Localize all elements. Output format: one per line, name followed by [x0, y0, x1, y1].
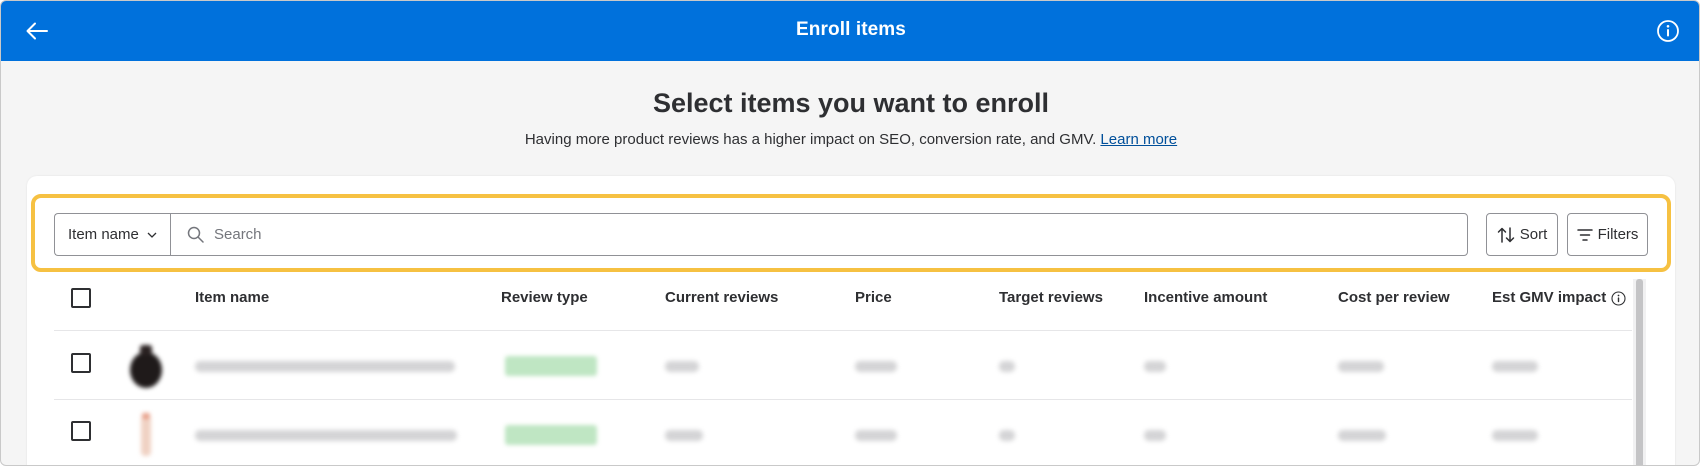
select-all-checkbox[interactable] — [71, 288, 91, 308]
description-text: Having more product reviews has a higher… — [524, 131, 1097, 148]
product-thumbnail — [126, 412, 166, 458]
scrollbar-thumb[interactable] — [1636, 279, 1643, 465]
current-reviews-cell — [665, 361, 699, 372]
column-header-price[interactable]: Price — [855, 279, 892, 317]
table-header: Item name Review type Current reviews Pr… — [54, 279, 1632, 331]
column-header-cost-per-review[interactable]: Cost per review — [1338, 279, 1450, 317]
column-header-target-reviews[interactable]: Target reviews — [999, 279, 1103, 317]
price-cell — [855, 430, 897, 441]
target-reviews-cell — [999, 430, 1015, 441]
table-scrollbar[interactable] — [1633, 279, 1646, 465]
sort-button[interactable]: Sort — [1486, 213, 1558, 256]
est-gmv-impact-label: Est GMV impact — [1492, 289, 1607, 306]
cost-per-review-cell — [1338, 430, 1386, 441]
column-header-est-gmv-impact[interactable]: Est GMV impact — [1492, 279, 1626, 317]
sort-label: Sort — [1519, 226, 1548, 243]
row-checkbox[interactable] — [71, 353, 91, 373]
column-header-item-name[interactable]: Item name — [195, 279, 269, 317]
est-gmv-impact-cell — [1492, 361, 1538, 372]
product-thumbnail — [126, 343, 166, 389]
search-input[interactable] — [214, 226, 1414, 243]
column-header-incentive-amount[interactable]: Incentive amount — [1144, 279, 1267, 317]
filters-label: Filters — [1597, 226, 1639, 243]
app-frame: Enroll items Select items you want to en… — [0, 0, 1700, 466]
row-checkbox[interactable] — [71, 421, 91, 441]
review-type-badge — [505, 356, 597, 376]
sort-icon — [1497, 226, 1514, 243]
page-title: Enroll items — [796, 19, 906, 40]
info-icon[interactable] — [1611, 290, 1626, 306]
learn-more-link[interactable]: Learn more — [1100, 131, 1177, 148]
info-icon — [1657, 20, 1679, 42]
chevron-down-icon — [147, 232, 157, 238]
section-description: Having more product reviews has a higher… — [1, 131, 1699, 148]
search-field-label: Item name — [68, 226, 139, 243]
price-cell — [855, 361, 897, 372]
search-icon — [187, 226, 204, 243]
search-box — [170, 213, 1468, 256]
info-button[interactable] — [1655, 18, 1681, 44]
est-gmv-impact-cell — [1492, 430, 1538, 441]
cost-per-review-cell — [1338, 361, 1384, 372]
current-reviews-cell — [665, 430, 703, 441]
search-field-select[interactable]: Item name — [54, 213, 171, 256]
incentive-amount-cell — [1144, 361, 1166, 372]
filters-button[interactable]: Filters — [1567, 213, 1648, 256]
item-name-cell — [195, 430, 457, 441]
table-row[interactable] — [54, 331, 1632, 400]
table-row[interactable] — [54, 400, 1632, 465]
column-header-current-reviews[interactable]: Current reviews — [665, 279, 778, 317]
item-name-cell — [195, 361, 455, 372]
review-type-badge — [505, 425, 597, 445]
target-reviews-cell — [999, 361, 1015, 372]
section-heading: Select items you want to enroll — [652, 88, 1050, 118]
column-header-review-type[interactable]: Review type — [501, 279, 588, 317]
filter-icon — [1576, 228, 1593, 241]
incentive-amount-cell — [1144, 430, 1166, 441]
top-bar: Enroll items — [1, 1, 1699, 61]
